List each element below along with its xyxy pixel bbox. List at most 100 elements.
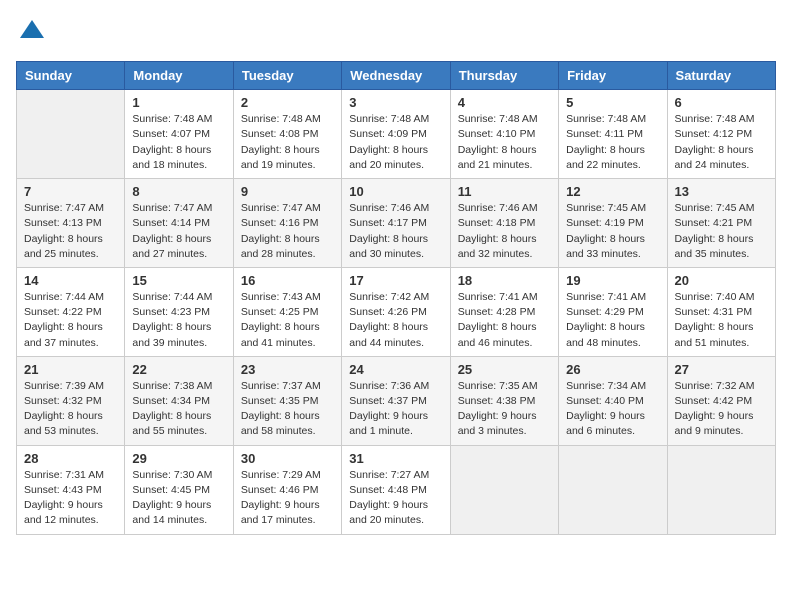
day-content: Sunrise: 7:40 AM Sunset: 4:31 PM Dayligh… bbox=[675, 290, 768, 351]
day-content: Sunrise: 7:36 AM Sunset: 4:37 PM Dayligh… bbox=[349, 379, 442, 440]
day-content: Sunrise: 7:46 AM Sunset: 4:18 PM Dayligh… bbox=[458, 201, 551, 262]
day-content: Sunrise: 7:41 AM Sunset: 4:29 PM Dayligh… bbox=[566, 290, 659, 351]
calendar-cell: 28Sunrise: 7:31 AM Sunset: 4:43 PM Dayli… bbox=[17, 445, 125, 534]
day-content: Sunrise: 7:47 AM Sunset: 4:13 PM Dayligh… bbox=[24, 201, 117, 262]
day-number: 14 bbox=[24, 273, 117, 288]
day-number: 10 bbox=[349, 184, 442, 199]
day-number: 13 bbox=[675, 184, 768, 199]
day-content: Sunrise: 7:31 AM Sunset: 4:43 PM Dayligh… bbox=[24, 468, 117, 529]
calendar-week-row: 21 Sunrise: 7:39 AM Sunset: 4:32 PM Dayli… bbox=[17, 356, 776, 445]
weekday-header-sunday: Sunday bbox=[17, 62, 125, 90]
calendar-cell: 9 Sunrise: 7:47 AM Sunset: 4:16 PM Daylig… bbox=[233, 179, 341, 268]
day-content: Sunrise: 7:47 AM Sunset: 4:14 PM Dayligh… bbox=[132, 201, 225, 262]
calendar-week-row: 14 Sunrise: 7:44 AM Sunset: 4:22 PM Dayli… bbox=[17, 267, 776, 356]
day-number: 23 bbox=[241, 362, 334, 377]
day-number: 9 bbox=[241, 184, 334, 199]
day-content: Sunrise: 7:48 AM Sunset: 4:09 PM Dayligh… bbox=[349, 112, 442, 173]
calendar-cell: 1Sunrise: 7:48 AM Sunset: 4:07 PM Daylig… bbox=[125, 90, 233, 179]
day-content: Sunrise: 7:29 AM Sunset: 4:46 PM Dayligh… bbox=[241, 468, 334, 529]
day-content: Sunrise: 7:27 AM Sunset: 4:48 PM Dayligh… bbox=[349, 468, 442, 529]
day-content: Sunrise: 7:45 AM Sunset: 4:21 PM Dayligh… bbox=[675, 201, 768, 262]
weekday-header-friday: Friday bbox=[559, 62, 667, 90]
day-content: Sunrise: 7:48 AM Sunset: 4:12 PM Dayligh… bbox=[675, 112, 768, 173]
day-number: 27 bbox=[675, 362, 768, 377]
logo-icon bbox=[18, 16, 46, 44]
day-number: 3 bbox=[349, 95, 442, 110]
calendar-cell bbox=[17, 90, 125, 179]
calendar-cell: 19 Sunrise: 7:41 AM Sunset: 4:29 PM Dayli… bbox=[559, 267, 667, 356]
day-number: 12 bbox=[566, 184, 659, 199]
calendar-cell: 21 Sunrise: 7:39 AM Sunset: 4:32 PM Dayli… bbox=[17, 356, 125, 445]
day-number: 11 bbox=[458, 184, 551, 199]
weekday-header-monday: Monday bbox=[125, 62, 233, 90]
day-content: Sunrise: 7:41 AM Sunset: 4:28 PM Dayligh… bbox=[458, 290, 551, 351]
calendar-cell: 6Sunrise: 7:48 AM Sunset: 4:12 PM Daylig… bbox=[667, 90, 775, 179]
page-header bbox=[16, 16, 776, 49]
day-content: Sunrise: 7:45 AM Sunset: 4:19 PM Dayligh… bbox=[566, 201, 659, 262]
day-number: 2 bbox=[241, 95, 334, 110]
day-content: Sunrise: 7:48 AM Sunset: 4:11 PM Dayligh… bbox=[566, 112, 659, 173]
day-content: Sunrise: 7:47 AM Sunset: 4:16 PM Dayligh… bbox=[241, 201, 334, 262]
calendar-cell: 7 Sunrise: 7:47 AM Sunset: 4:13 PM Daylig… bbox=[17, 179, 125, 268]
calendar-cell: 25 Sunrise: 7:35 AM Sunset: 4:38 PM Dayli… bbox=[450, 356, 558, 445]
calendar-cell: 3 Sunrise: 7:48 AM Sunset: 4:09 PM Daylig… bbox=[342, 90, 450, 179]
calendar-cell bbox=[559, 445, 667, 534]
weekday-header-tuesday: Tuesday bbox=[233, 62, 341, 90]
calendar-cell: 12 Sunrise: 7:45 AM Sunset: 4:19 PM Dayli… bbox=[559, 179, 667, 268]
day-number: 31 bbox=[349, 451, 442, 466]
day-content: Sunrise: 7:37 AM Sunset: 4:35 PM Dayligh… bbox=[241, 379, 334, 440]
day-number: 20 bbox=[675, 273, 768, 288]
day-content: Sunrise: 7:32 AM Sunset: 4:42 PM Dayligh… bbox=[675, 379, 768, 440]
day-number: 19 bbox=[566, 273, 659, 288]
day-number: 15 bbox=[132, 273, 225, 288]
calendar-cell: 5Sunrise: 7:48 AM Sunset: 4:11 PM Daylig… bbox=[559, 90, 667, 179]
weekday-header-wednesday: Wednesday bbox=[342, 62, 450, 90]
day-content: Sunrise: 7:30 AM Sunset: 4:45 PM Dayligh… bbox=[132, 468, 225, 529]
calendar-cell: 26Sunrise: 7:34 AM Sunset: 4:40 PM Dayli… bbox=[559, 356, 667, 445]
weekday-header-saturday: Saturday bbox=[667, 62, 775, 90]
calendar-cell: 14 Sunrise: 7:44 AM Sunset: 4:22 PM Dayli… bbox=[17, 267, 125, 356]
day-number: 21 bbox=[24, 362, 117, 377]
calendar-cell: 27 Sunrise: 7:32 AM Sunset: 4:42 PM Dayli… bbox=[667, 356, 775, 445]
calendar-cell: 18 Sunrise: 7:41 AM Sunset: 4:28 PM Dayli… bbox=[450, 267, 558, 356]
calendar-cell: 8 Sunrise: 7:47 AM Sunset: 4:14 PM Daylig… bbox=[125, 179, 233, 268]
calendar-cell: 16 Sunrise: 7:43 AM Sunset: 4:25 PM Dayli… bbox=[233, 267, 341, 356]
weekday-header-row: SundayMondayTuesdayWednesdayThursdayFrid… bbox=[17, 62, 776, 90]
day-number: 1 bbox=[132, 95, 225, 110]
calendar-cell: 17 Sunrise: 7:42 AM Sunset: 4:26 PM Dayli… bbox=[342, 267, 450, 356]
day-content: Sunrise: 7:34 AM Sunset: 4:40 PM Dayligh… bbox=[566, 379, 659, 440]
day-content: Sunrise: 7:42 AM Sunset: 4:26 PM Dayligh… bbox=[349, 290, 442, 351]
calendar-week-row: 7 Sunrise: 7:47 AM Sunset: 4:13 PM Daylig… bbox=[17, 179, 776, 268]
day-content: Sunrise: 7:48 AM Sunset: 4:08 PM Dayligh… bbox=[241, 112, 334, 173]
day-number: 29 bbox=[132, 451, 225, 466]
calendar-cell: 24 Sunrise: 7:36 AM Sunset: 4:37 PM Dayli… bbox=[342, 356, 450, 445]
logo bbox=[16, 16, 46, 49]
day-content: Sunrise: 7:35 AM Sunset: 4:38 PM Dayligh… bbox=[458, 379, 551, 440]
day-content: Sunrise: 7:48 AM Sunset: 4:10 PM Dayligh… bbox=[458, 112, 551, 173]
weekday-header-thursday: Thursday bbox=[450, 62, 558, 90]
day-number: 25 bbox=[458, 362, 551, 377]
calendar-cell: 13 Sunrise: 7:45 AM Sunset: 4:21 PM Dayli… bbox=[667, 179, 775, 268]
day-number: 24 bbox=[349, 362, 442, 377]
day-number: 18 bbox=[458, 273, 551, 288]
day-content: Sunrise: 7:44 AM Sunset: 4:22 PM Dayligh… bbox=[24, 290, 117, 351]
calendar-cell: 30Sunrise: 7:29 AM Sunset: 4:46 PM Dayli… bbox=[233, 445, 341, 534]
calendar-cell: 10 Sunrise: 7:46 AM Sunset: 4:17 PM Dayli… bbox=[342, 179, 450, 268]
calendar-cell: 31 Sunrise: 7:27 AM Sunset: 4:48 PM Dayli… bbox=[342, 445, 450, 534]
day-content: Sunrise: 7:38 AM Sunset: 4:34 PM Dayligh… bbox=[132, 379, 225, 440]
day-number: 4 bbox=[458, 95, 551, 110]
calendar-cell: 29 Sunrise: 7:30 AM Sunset: 4:45 PM Dayli… bbox=[125, 445, 233, 534]
calendar-week-row: 1Sunrise: 7:48 AM Sunset: 4:07 PM Daylig… bbox=[17, 90, 776, 179]
calendar-cell: 11 Sunrise: 7:46 AM Sunset: 4:18 PM Dayli… bbox=[450, 179, 558, 268]
day-number: 8 bbox=[132, 184, 225, 199]
calendar-cell bbox=[667, 445, 775, 534]
day-content: Sunrise: 7:39 AM Sunset: 4:32 PM Dayligh… bbox=[24, 379, 117, 440]
day-content: Sunrise: 7:46 AM Sunset: 4:17 PM Dayligh… bbox=[349, 201, 442, 262]
day-content: Sunrise: 7:43 AM Sunset: 4:25 PM Dayligh… bbox=[241, 290, 334, 351]
day-number: 16 bbox=[241, 273, 334, 288]
calendar-week-row: 28Sunrise: 7:31 AM Sunset: 4:43 PM Dayli… bbox=[17, 445, 776, 534]
calendar-table: SundayMondayTuesdayWednesdayThursdayFrid… bbox=[16, 61, 776, 534]
day-number: 17 bbox=[349, 273, 442, 288]
day-number: 7 bbox=[24, 184, 117, 199]
calendar-cell: 22Sunrise: 7:38 AM Sunset: 4:34 PM Dayli… bbox=[125, 356, 233, 445]
